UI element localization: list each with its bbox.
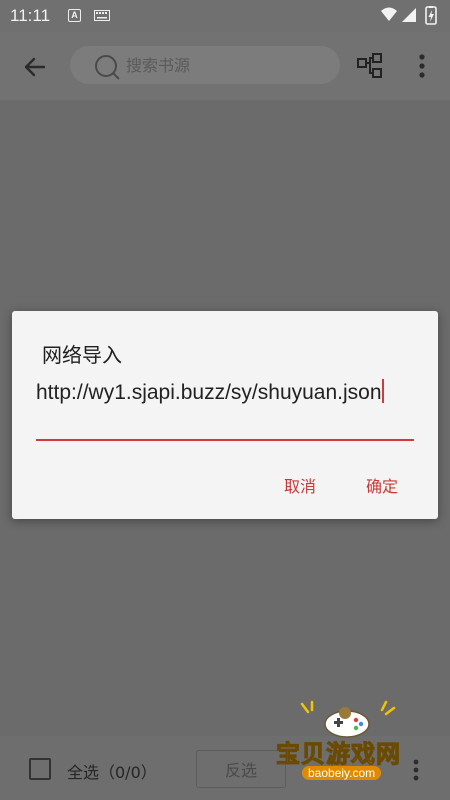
- keyboard-icon: [94, 10, 110, 21]
- toolbar: [0, 32, 450, 100]
- search-input[interactable]: [126, 54, 326, 76]
- search-box[interactable]: [70, 46, 340, 84]
- network-import-dialog: 网络导入 http://wy1.sjapi.buzz/sy/shuyuan.js…: [12, 311, 438, 519]
- dialog-title: 网络导入: [42, 343, 122, 367]
- wifi-icon: [381, 7, 397, 21]
- more-vert-icon[interactable]: [410, 50, 434, 82]
- cancel-button[interactable]: 取消: [284, 473, 316, 497]
- search-icon: [95, 55, 120, 80]
- select-all-checkbox[interactable]: [29, 758, 51, 780]
- url-input[interactable]: http://wy1.sjapi.buzz/sy/shuyuan.json: [36, 379, 414, 441]
- status-time: 11:11: [10, 6, 51, 25]
- status-bar: 11:11 A: [0, 0, 450, 32]
- watermark-logo: 宝贝游戏网 baobeiy.com: [272, 700, 422, 786]
- a-notification-icon: A: [68, 9, 81, 22]
- signal-icon: [402, 8, 416, 22]
- watermark-url: baobeiy.com: [302, 766, 382, 780]
- url-input-value: http://wy1.sjapi.buzz/sy/shuyuan.json: [36, 381, 382, 404]
- watermark-title: 宝贝游戏网: [276, 740, 401, 769]
- group-icon[interactable]: [356, 52, 384, 80]
- ok-button[interactable]: 确定: [366, 473, 398, 497]
- select-all-label: 全选（0/0）: [67, 763, 157, 782]
- text-caret: [381, 379, 384, 403]
- battery-icon: [425, 6, 437, 25]
- status-right-icons: [381, 6, 437, 25]
- back-arrow-icon[interactable]: [18, 50, 52, 84]
